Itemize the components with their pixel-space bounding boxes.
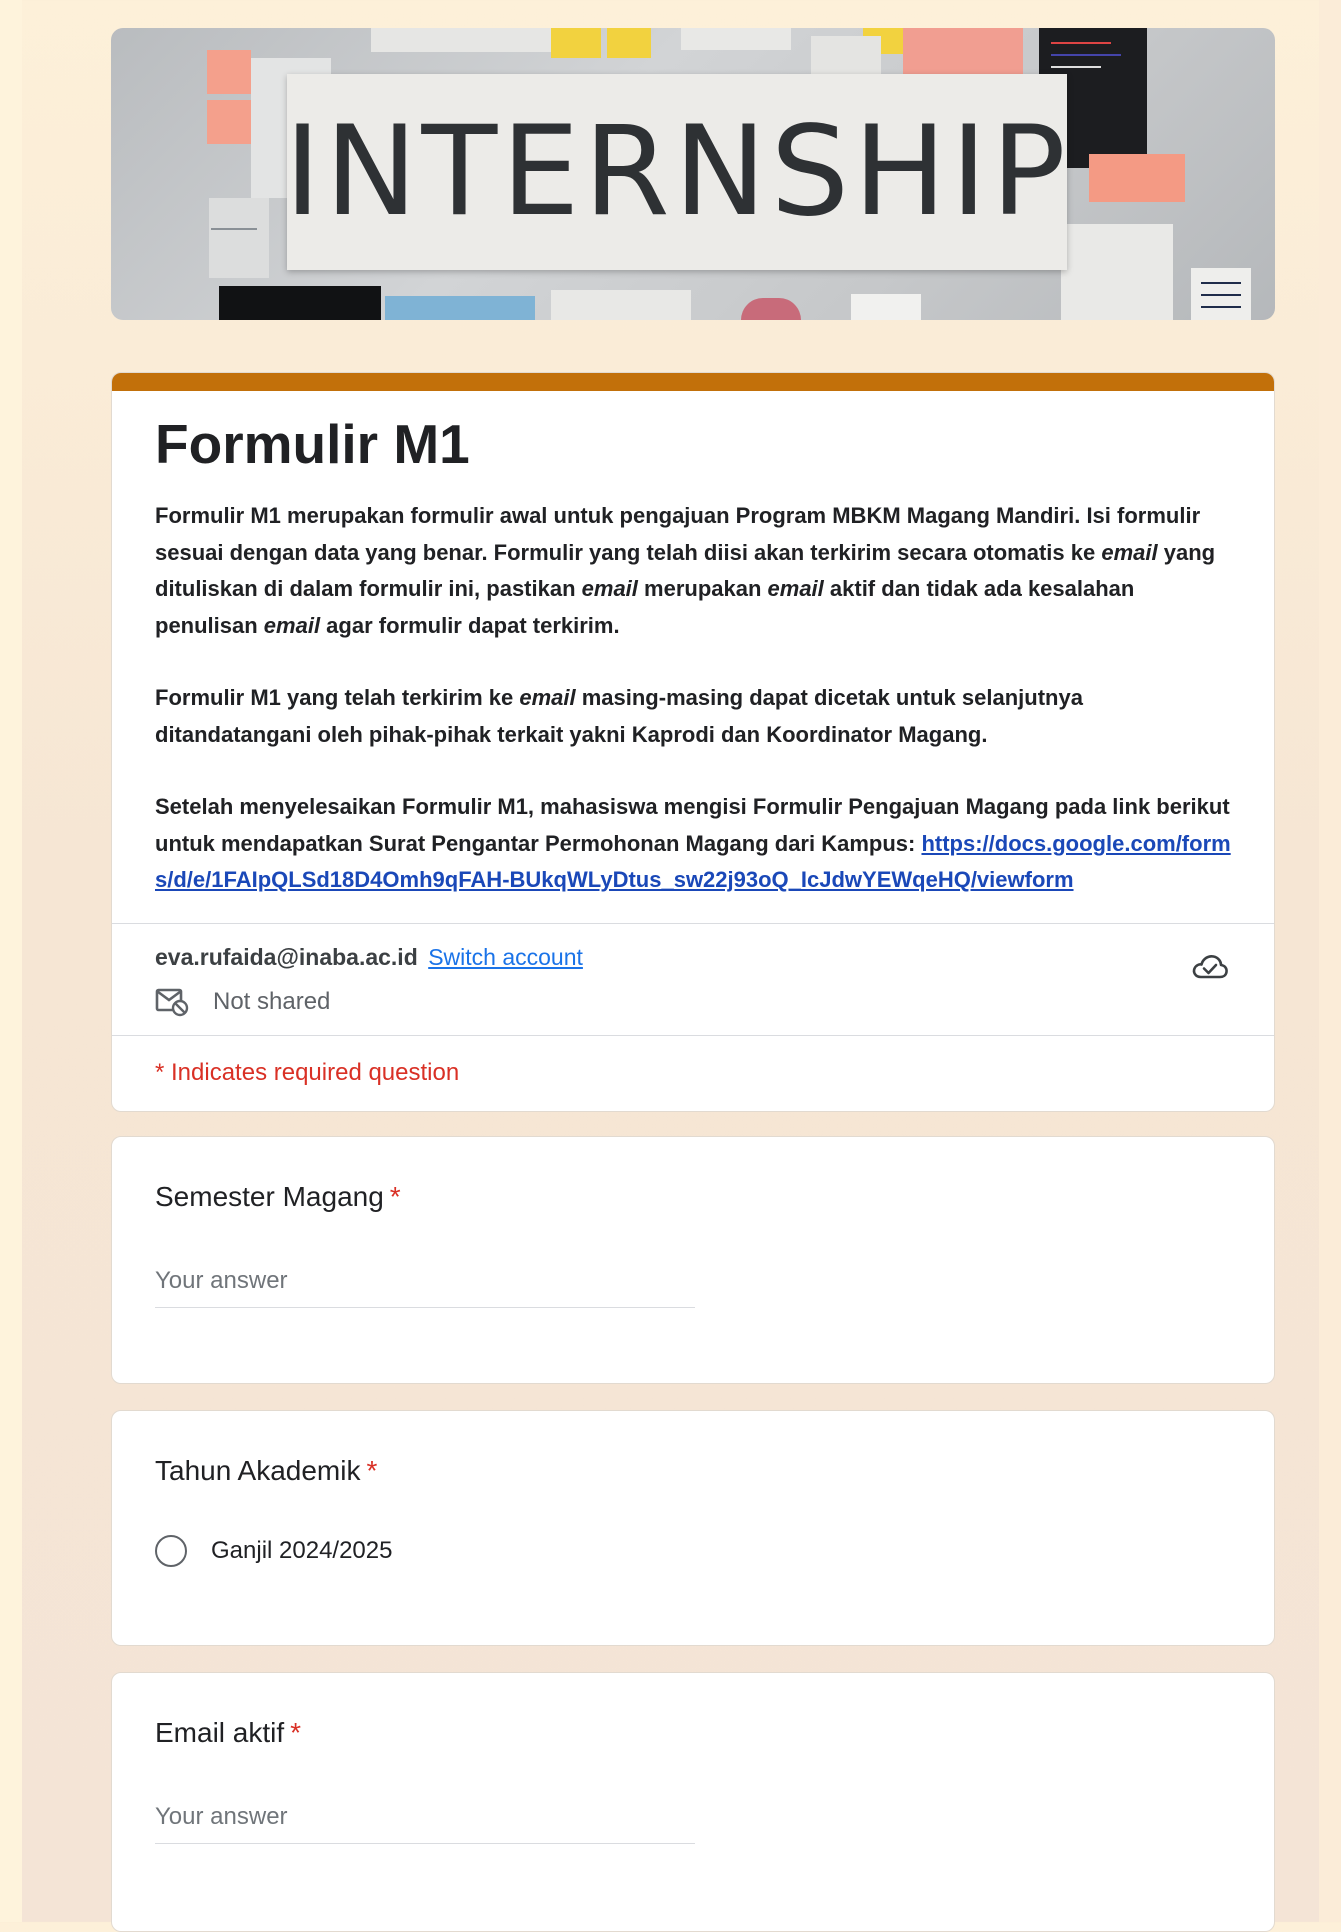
question-card-semester-magang: Semester Magang * <box>111 1135 1275 1384</box>
question-title: Tahun Akademik * <box>155 1455 1231 1487</box>
required-asterisk: * <box>366 1454 378 1486</box>
line-decoration <box>1051 54 1121 56</box>
sticky-note-decoration <box>207 50 251 94</box>
form-header-body: Formulir M1 Formulir M1 merupakan formul… <box>112 391 1274 923</box>
dark-paper-decoration <box>219 286 381 320</box>
form-column: INTERNSHIP Formulir M1 Formulir M1 merup… <box>111 28 1275 1932</box>
required-question-note: * Indicates required question <box>155 1058 460 1086</box>
paper-decoration <box>811 36 881 76</box>
question-title: Semester Magang * <box>155 1181 1231 1213</box>
radio-option-label: Ganjil 2024/2025 <box>211 1536 393 1564</box>
sticky-note-decoration <box>551 28 601 58</box>
email-aktif-input[interactable] <box>155 1802 695 1844</box>
required-asterisk: * <box>389 1180 401 1212</box>
email-not-shared-icon <box>155 988 189 1016</box>
form-description-paragraph-3: Setelah menyelesaikan Formulir M1, mahas… <box>155 789 1231 899</box>
paper-decoration <box>385 296 535 320</box>
question-title-text: Email aktif <box>155 1716 285 1748</box>
paper-decoration <box>681 28 791 50</box>
page-left-margin <box>0 0 22 1922</box>
line-decoration <box>1051 66 1101 68</box>
chart-decoration <box>741 298 801 320</box>
sticky-note-decoration <box>607 28 651 58</box>
question-title-text: Tahun Akademik <box>155 1454 361 1486</box>
form-description-paragraph-1: Formulir M1 merupakan formulir awal untu… <box>155 498 1231 644</box>
description-emphasis: email <box>519 685 576 711</box>
not-shared-label: Not shared <box>213 987 331 1015</box>
description-text: Formulir M1 merupakan formulir awal untu… <box>155 503 1201 565</box>
form-header-card: Formulir M1 Formulir M1 merupakan formul… <box>111 372 1275 1112</box>
sticky-note-decoration <box>903 28 1023 76</box>
account-section: eva.rufaida@inaba.ac.id Switch account N… <box>112 924 1274 1035</box>
header-banner-image: INTERNSHIP <box>111 28 1275 320</box>
question-title-text: Semester Magang <box>155 1180 384 1212</box>
description-emphasis: email <box>767 576 824 602</box>
description-emphasis: email <box>581 576 638 602</box>
paper-decoration <box>1061 224 1173 320</box>
line-decoration <box>1201 282 1241 284</box>
cloud-saved-icon[interactable] <box>1190 950 1230 982</box>
form-title: Formulir M1 <box>155 413 470 475</box>
paper-decoration <box>209 198 269 278</box>
required-asterisk: * <box>290 1716 302 1748</box>
paper-decoration <box>371 28 551 52</box>
paper-decoration <box>851 294 921 320</box>
line-decoration <box>1201 294 1241 296</box>
paper-decoration <box>551 290 691 320</box>
radio-button[interactable] <box>155 1534 187 1567</box>
sticky-note-decoration <box>207 100 251 144</box>
question-title: Email aktif * <box>155 1717 1231 1749</box>
line-decoration <box>1051 42 1111 44</box>
line-decoration <box>1201 306 1241 308</box>
form-description-paragraph-2: Formulir M1 yang telah terkirim ke email… <box>155 680 1231 753</box>
description-emphasis: email <box>263 612 321 638</box>
page-right-margin <box>1319 0 1341 1922</box>
radio-option-ganjil-2024-2025[interactable]: Ganjil 2024/2025 <box>155 1534 1231 1567</box>
header-accent-bar <box>112 373 1274 391</box>
semester-magang-input[interactable] <box>155 1266 695 1308</box>
question-card-email-aktif: Email aktif * <box>111 1671 1275 1932</box>
sticky-note-decoration <box>1089 154 1137 202</box>
switch-account-link[interactable]: Switch account <box>428 944 583 970</box>
description-emphasis: email <box>1101 539 1158 565</box>
banner-title: INTERNSHIP <box>284 100 1070 244</box>
question-card-tahun-akademik: Tahun Akademik * Ganjil 2024/2025 <box>111 1409 1275 1646</box>
sticky-note-decoration <box>1137 154 1185 202</box>
description-text: merupakan <box>637 576 768 602</box>
email-not-shared-row: Not shared <box>155 987 1231 1017</box>
description-text: Formulir M1 yang telah terkirim ke <box>155 685 520 711</box>
account-email: eva.rufaida@inaba.ac.id <box>155 943 418 970</box>
description-text: agar formulir dapat terkirim. <box>320 612 620 638</box>
line-decoration <box>211 228 257 230</box>
